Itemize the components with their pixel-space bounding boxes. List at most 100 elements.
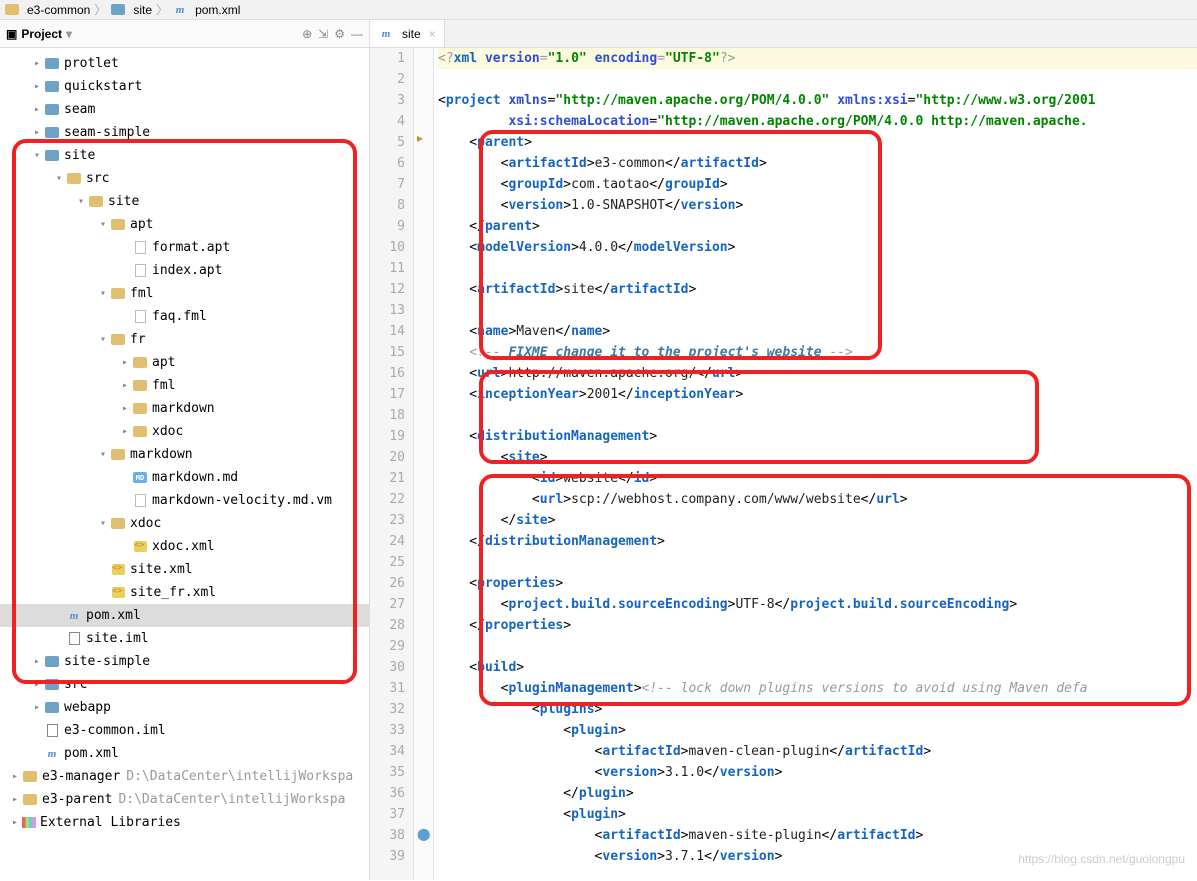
- code-line[interactable]: <url>http://maven.apache.org/</url>: [438, 363, 1197, 384]
- tree-node[interactable]: markdown-velocity.md.vm: [0, 489, 369, 512]
- code-line[interactable]: <distributionManagement>: [438, 426, 1197, 447]
- code-line[interactable]: </distributionManagement>: [438, 531, 1197, 552]
- expand-arrow-icon[interactable]: ▸: [30, 679, 44, 690]
- line-number[interactable]: 4: [370, 111, 405, 132]
- line-number[interactable]: 3: [370, 90, 405, 111]
- code-line[interactable]: <project.build.sourceEncoding>UTF-8</pro…: [438, 594, 1197, 615]
- line-number[interactable]: 5: [370, 132, 405, 153]
- line-number[interactable]: 1: [370, 48, 405, 69]
- line-number[interactable]: 11: [370, 258, 405, 279]
- expand-arrow-icon[interactable]: ▾: [96, 219, 110, 230]
- expand-arrow-icon[interactable]: ▾: [96, 334, 110, 345]
- breadcrumb-item[interactable]: mpom.xml: [172, 2, 240, 18]
- tree-node[interactable]: e3-common.iml: [0, 719, 369, 742]
- code-line[interactable]: <pluginManagement><!-- lock down plugins…: [438, 678, 1197, 699]
- tree-node[interactable]: site_fr.xml: [0, 581, 369, 604]
- expand-arrow-icon[interactable]: ▾: [52, 173, 66, 184]
- tree-node[interactable]: ▾site: [0, 190, 369, 213]
- tree-node[interactable]: site.xml: [0, 558, 369, 581]
- tree-node[interactable]: ▸src: [0, 673, 369, 696]
- line-number[interactable]: 34: [370, 741, 405, 762]
- code-line[interactable]: <project xmlns="http://maven.apache.org/…: [438, 90, 1197, 111]
- tree-node[interactable]: ▸site-simple: [0, 650, 369, 673]
- tree-node[interactable]: ▸quickstart: [0, 75, 369, 98]
- code-line[interactable]: <id>website</id>: [438, 468, 1197, 489]
- code-line[interactable]: [438, 258, 1197, 279]
- tree-node[interactable]: ▾fml: [0, 282, 369, 305]
- line-number[interactable]: 12: [370, 279, 405, 300]
- expand-arrow-icon[interactable]: ▸: [8, 794, 22, 805]
- tree-node[interactable]: faq.fml: [0, 305, 369, 328]
- line-number[interactable]: 22: [370, 489, 405, 510]
- code-line[interactable]: <build>: [438, 657, 1197, 678]
- expand-arrow-icon[interactable]: ▾: [96, 288, 110, 299]
- code-line[interactable]: <inceptionYear>2001</inceptionYear>: [438, 384, 1197, 405]
- code-line[interactable]: <plugin>: [438, 720, 1197, 741]
- code-line[interactable]: [438, 552, 1197, 573]
- breadcrumb-item[interactable]: site: [110, 2, 152, 18]
- expand-arrow-icon[interactable]: ▸: [118, 403, 132, 414]
- expand-arrow-icon[interactable]: ▾: [96, 518, 110, 529]
- tree-node[interactable]: ▸markdown: [0, 397, 369, 420]
- line-number[interactable]: 37: [370, 804, 405, 825]
- sidebar-title[interactable]: ▣ Project ▾: [6, 27, 72, 41]
- tree-node[interactable]: ▸External Libraries: [0, 811, 369, 834]
- code-line[interactable]: <artifactId>site</artifactId>: [438, 279, 1197, 300]
- tree-node[interactable]: MDmarkdown.md: [0, 466, 369, 489]
- expand-arrow-icon[interactable]: ▸: [30, 127, 44, 138]
- tree-node[interactable]: mpom.xml: [0, 742, 369, 765]
- code-line[interactable]: [438, 300, 1197, 321]
- code-editor[interactable]: <?xml version="1.0" encoding="UTF-8"?><p…: [434, 48, 1197, 880]
- code-line[interactable]: <parent>: [438, 132, 1197, 153]
- line-number[interactable]: 28: [370, 615, 405, 636]
- locate-icon[interactable]: ⊕: [302, 27, 312, 41]
- line-number[interactable]: 24: [370, 531, 405, 552]
- code-line[interactable]: </properties>: [438, 615, 1197, 636]
- code-line[interactable]: <properties>: [438, 573, 1197, 594]
- code-line[interactable]: </site>: [438, 510, 1197, 531]
- expand-arrow-icon[interactable]: ▸: [118, 380, 132, 391]
- tree-node[interactable]: ▸webapp: [0, 696, 369, 719]
- tree-node[interactable]: ▾fr: [0, 328, 369, 351]
- code-line[interactable]: <version>1.0-SNAPSHOT</version>: [438, 195, 1197, 216]
- code-line[interactable]: <artifactId>e3-common</artifactId>: [438, 153, 1197, 174]
- tree-node[interactable]: xdoc.xml: [0, 535, 369, 558]
- code-line[interactable]: <name>Maven</name>: [438, 321, 1197, 342]
- tree-node[interactable]: mpom.xml: [0, 604, 369, 627]
- code-line[interactable]: [438, 69, 1197, 90]
- code-line[interactable]: <site>: [438, 447, 1197, 468]
- tree-node[interactable]: ▸seam-simple: [0, 121, 369, 144]
- minimize-icon[interactable]: —: [351, 27, 363, 41]
- tree-node[interactable]: ▸xdoc: [0, 420, 369, 443]
- code-line[interactable]: <modelVersion>4.0.0</modelVersion>: [438, 237, 1197, 258]
- expand-arrow-icon[interactable]: ▸: [30, 58, 44, 69]
- line-number[interactable]: 26: [370, 573, 405, 594]
- code-line[interactable]: <version>3.1.0</version>: [438, 762, 1197, 783]
- expand-arrow-icon[interactable]: ▾: [96, 449, 110, 460]
- tree-node[interactable]: ▸seam: [0, 98, 369, 121]
- line-number[interactable]: 30: [370, 657, 405, 678]
- line-number[interactable]: 25: [370, 552, 405, 573]
- line-number[interactable]: 21: [370, 468, 405, 489]
- line-number[interactable]: 29: [370, 636, 405, 657]
- line-number[interactable]: 39: [370, 846, 405, 867]
- tree-node[interactable]: ▾apt: [0, 213, 369, 236]
- code-line[interactable]: <artifactId>maven-site-plugin</artifactI…: [438, 825, 1197, 846]
- breadcrumb-item[interactable]: e3-common: [4, 2, 90, 18]
- tree-node[interactable]: ▾site: [0, 144, 369, 167]
- gear-icon[interactable]: ⚙: [334, 27, 345, 41]
- code-line[interactable]: <plugins>: [438, 699, 1197, 720]
- line-number[interactable]: 10: [370, 237, 405, 258]
- code-line[interactable]: [438, 636, 1197, 657]
- code-line[interactable]: <plugin>: [438, 804, 1197, 825]
- code-line[interactable]: <groupId>com.taotao</groupId>: [438, 174, 1197, 195]
- code-line[interactable]: [438, 405, 1197, 426]
- line-number[interactable]: 2: [370, 69, 405, 90]
- tree-node[interactable]: ▾markdown: [0, 443, 369, 466]
- tree-node[interactable]: ▾xdoc: [0, 512, 369, 535]
- tree-node[interactable]: ▸protlet: [0, 52, 369, 75]
- code-line[interactable]: </plugin>: [438, 783, 1197, 804]
- tree-node[interactable]: ▸fml: [0, 374, 369, 397]
- project-tree[interactable]: ▸protlet▸quickstart▸seam▸seam-simple▾sit…: [0, 48, 369, 880]
- line-number[interactable]: 31: [370, 678, 405, 699]
